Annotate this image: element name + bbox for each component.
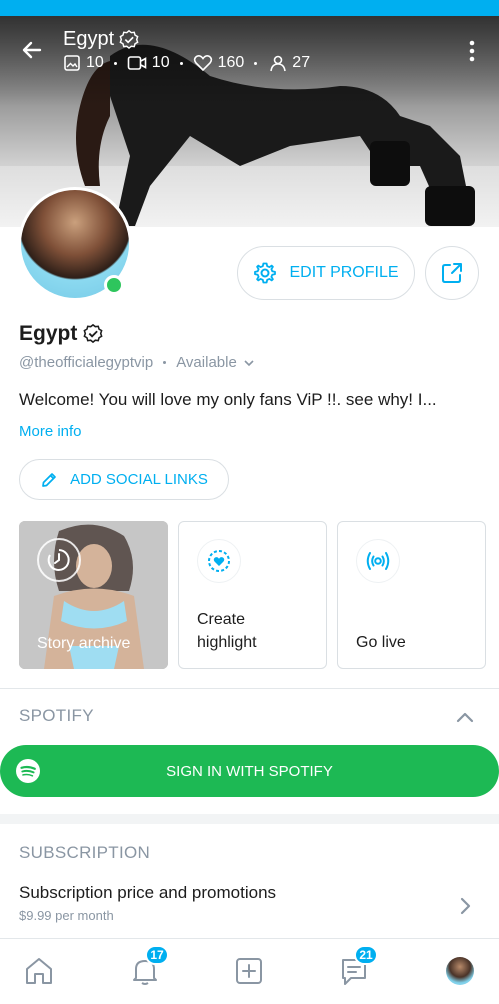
spotify-icon <box>16 759 40 783</box>
stat-likes-count: 160 <box>217 54 245 71</box>
profile-stats: 10 10 160 27 <box>63 54 310 72</box>
section-divider <box>0 688 499 689</box>
notifications-badge: 17 <box>145 945 169 965</box>
spotify-sign-in-label: SIGN IN WITH SPOTIFY <box>166 762 333 780</box>
top-title-name: Egypt <box>63 28 115 50</box>
online-indicator <box>104 275 124 295</box>
story-archive-card[interactable]: Story archive <box>19 521 168 669</box>
profile-handle: @theofficialegyptvip <box>19 354 154 371</box>
video-icon <box>127 56 147 70</box>
profile-name-text: Egypt <box>19 322 78 345</box>
back-arrow-icon <box>22 41 42 59</box>
heart-icon <box>193 55 212 72</box>
clock-icon <box>37 538 81 582</box>
edit-profile-button[interactable]: EDIT PROFILE <box>237 246 415 300</box>
bottom-navigation: 17 21 <box>0 938 499 1004</box>
nav-home[interactable] <box>21 953 57 989</box>
top-title: Egypt <box>63 28 140 51</box>
chevron-up-icon <box>456 712 474 723</box>
share-icon <box>442 263 462 283</box>
verified-icon <box>83 323 103 344</box>
spotify-sign-in-button[interactable]: SIGN IN WITH SPOTIFY <box>0 745 499 797</box>
top-bar: Egypt 10 10 160 27 <box>0 20 499 90</box>
stat-separator <box>113 61 117 65</box>
handle-separator <box>163 361 167 364</box>
more-info-link[interactable]: More info <box>19 423 82 440</box>
plus-square-icon <box>236 958 262 984</box>
chevron-down-icon <box>244 359 254 366</box>
go-live-label: Go live <box>356 634 406 651</box>
verified-icon <box>119 29 139 49</box>
messages-badge: 21 <box>354 945 378 965</box>
profile-bio: Welcome! You will love my only fans ViP … <box>19 390 437 409</box>
subscription-price: $9.99 per month <box>19 908 114 923</box>
nav-notifications[interactable]: 17 <box>127 945 169 989</box>
availability-label: Available <box>176 354 237 371</box>
spotify-heading: SPOTIFY <box>19 706 94 725</box>
stat-photos[interactable]: 10 <box>63 54 104 72</box>
section-gap <box>0 814 499 824</box>
create-highlight-label: Create highlight <box>197 611 257 651</box>
stat-likes[interactable]: 160 <box>193 54 245 72</box>
availability-dropdown[interactable]: Available <box>176 354 255 371</box>
image-icon <box>64 55 80 71</box>
stat-fans-count: 27 <box>292 54 311 71</box>
nav-add-post[interactable] <box>231 953 267 989</box>
stat-videos[interactable]: 10 <box>127 54 170 72</box>
nav-profile[interactable] <box>442 953 478 989</box>
chevron-right-icon <box>460 897 471 915</box>
create-highlight-card[interactable]: Create highlight <box>178 521 327 669</box>
share-profile-button[interactable] <box>425 246 479 300</box>
stat-photos-count: 10 <box>86 54 104 71</box>
go-live-card[interactable]: Go live <box>337 521 486 669</box>
heart-badge-icon <box>197 539 241 583</box>
gear-icon <box>254 262 277 284</box>
nav-profile-avatar <box>446 957 474 985</box>
profile-name: Egypt <box>19 322 104 346</box>
stat-videos-count: 10 <box>151 54 170 71</box>
pencil-icon <box>42 472 56 487</box>
home-icon <box>26 958 52 984</box>
edit-profile-label: EDIT PROFILE <box>289 264 399 281</box>
subscription-title: Subscription price and promotions <box>19 883 277 902</box>
fans-icon <box>270 55 287 72</box>
stat-separator <box>254 61 258 65</box>
broadcast-icon <box>356 539 400 583</box>
back-button[interactable] <box>18 36 46 64</box>
subscription-row[interactable]: Subscription price and promotions $9.99 … <box>0 875 499 935</box>
stat-fans[interactable]: 27 <box>267 54 310 72</box>
subscription-heading: SUBSCRIPTION <box>19 843 151 862</box>
handle-row: @theofficialegyptvip Available <box>19 354 255 371</box>
add-social-links-label: ADD SOCIAL LINKS <box>70 471 208 488</box>
more-vertical-icon <box>469 40 475 62</box>
add-social-links-button[interactable]: ADD SOCIAL LINKS <box>19 459 229 500</box>
story-archive-label: Story archive <box>37 635 131 652</box>
spotify-collapse-button[interactable] <box>455 708 475 728</box>
stat-separator <box>179 61 183 65</box>
status-strip <box>0 0 499 16</box>
more-options-button[interactable] <box>462 38 482 64</box>
nav-messages[interactable]: 21 <box>336 945 378 989</box>
